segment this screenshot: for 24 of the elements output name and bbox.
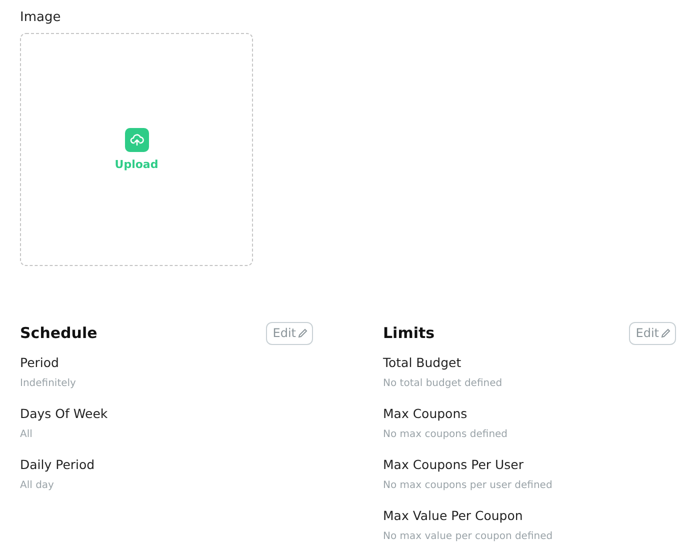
field-value: No max coupons defined [383, 428, 508, 442]
field-label: Period [20, 354, 59, 372]
section-title: Schedule [20, 324, 98, 342]
field-value: All [20, 428, 32, 442]
field-value: No max value per coupon defined [383, 530, 553, 544]
cloud-upload-icon[interactable] [124, 128, 148, 152]
field-label: Max Value Per Coupon [383, 507, 523, 525]
image-label: Image [20, 9, 61, 27]
edit-button[interactable]: Edit [628, 322, 676, 344]
field-value: No max coupons per user defined [383, 479, 552, 493]
field-value: No total budget defined [383, 377, 502, 391]
section-title: Limits [383, 324, 435, 342]
pencil-icon [297, 328, 308, 338]
field-value: All day [20, 479, 54, 493]
field-label: Daily Period [20, 456, 95, 474]
image-upload-area[interactable]: Upload [20, 33, 253, 266]
upload-button[interactable]: Upload [114, 158, 158, 171]
field-value: Indefinitely [20, 377, 76, 391]
field-label: Total Budget [383, 354, 462, 372]
field-label: Days Of Week [20, 405, 108, 423]
pencil-icon [660, 328, 671, 338]
field-label: Max Coupons [383, 405, 468, 423]
edit-button[interactable]: Edit [266, 322, 313, 344]
field-label: Max Coupons Per User [383, 456, 524, 474]
